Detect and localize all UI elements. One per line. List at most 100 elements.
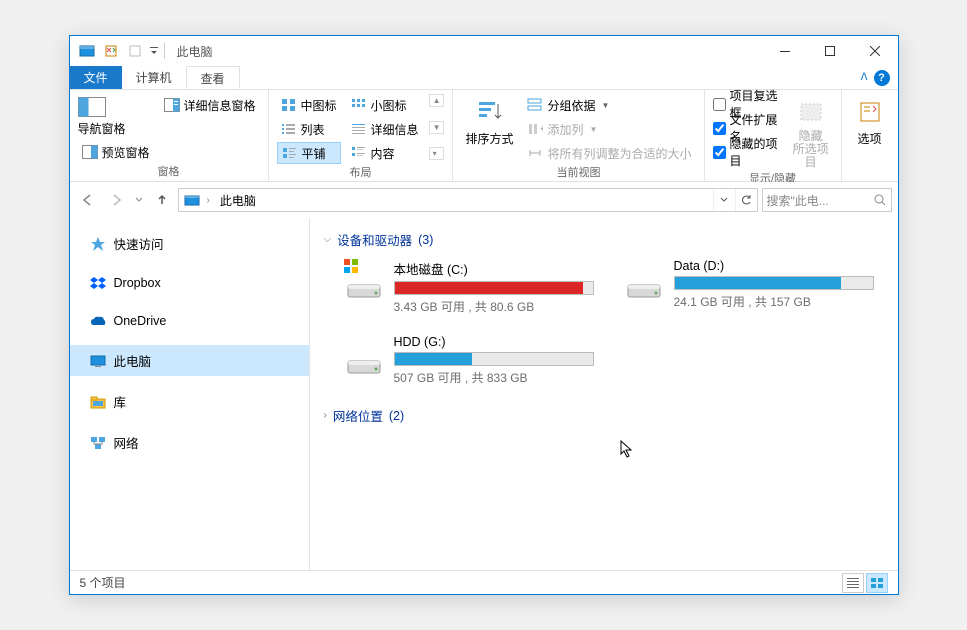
navigation-pane-icon	[78, 96, 106, 118]
status-bar: 5 个项目	[70, 570, 898, 594]
details-button[interactable]: 详细信息	[347, 118, 423, 140]
list-icon	[281, 121, 297, 137]
content-button[interactable]: 内容	[347, 142, 423, 164]
hidden-items-toggle[interactable]: 隐藏的项目	[713, 142, 783, 162]
options-icon	[854, 96, 886, 128]
details-view-button[interactable]	[842, 573, 864, 593]
address-chevron-icon[interactable]: ›	[203, 195, 214, 206]
ribbon-group-label-layout: 布局	[277, 164, 445, 182]
main-view: ⌵ 设备和驱动器 (3) 本地磁盘 (C:) 3.43 GB 可用 , 共 80…	[310, 218, 898, 570]
network-icon	[90, 435, 106, 451]
sidebar-item-dropbox[interactable]: Dropbox	[70, 269, 309, 297]
add-columns-button[interactable]: +添加列▼	[523, 118, 695, 140]
sidebar-item-this-pc[interactable]: 此电脑	[70, 345, 309, 376]
nav-history-button[interactable]	[132, 188, 146, 212]
search-box[interactable]: 搜索"此电...	[762, 188, 892, 212]
small-icons-button[interactable]: 小图标	[347, 94, 423, 116]
tab-view[interactable]: 查看	[186, 66, 240, 89]
ribbon-group-panes: 导航窗格 预览窗格 详细信息窗格 窗格	[70, 90, 269, 181]
drive-usage-bar	[674, 276, 874, 290]
hide-selected-icon	[795, 96, 827, 128]
address-location-icon	[181, 189, 203, 211]
help-icon[interactable]: ?	[874, 70, 890, 86]
sidebar-item-quick-access[interactable]: 快速访问	[70, 228, 309, 259]
medium-icons-button[interactable]: 中图标	[277, 94, 341, 116]
address-dropdown-button[interactable]	[713, 189, 735, 211]
details-pane-button[interactable]: 详细信息窗格	[160, 94, 260, 116]
layout-scroll-down-icon[interactable]: ▼	[429, 121, 445, 134]
tiles-button[interactable]: 平铺	[277, 142, 341, 164]
refresh-button[interactable]	[735, 189, 757, 211]
navigation-pane-button[interactable]: 导航窗格	[78, 94, 154, 137]
drive-item[interactable]: HDD (G:) 507 GB 可用 , 共 833 GB	[344, 335, 594, 386]
ribbon-group-options: 选项	[842, 90, 898, 181]
chevron-right-icon: ›	[324, 410, 327, 421]
layout-scroll-up-icon[interactable]: ▲	[429, 94, 445, 107]
ribbon: 导航窗格 预览窗格 详细信息窗格 窗格	[70, 90, 898, 182]
section-network-header[interactable]: › 网络位置 (2)	[324, 406, 884, 425]
close-button[interactable]	[853, 36, 898, 66]
nav-back-button[interactable]	[76, 188, 100, 212]
separator	[164, 43, 165, 59]
drive-stats: 3.43 GB 可用 , 共 80.6 GB	[394, 298, 594, 315]
system-menu-icon[interactable]	[76, 40, 98, 62]
list-button[interactable]: 列表	[277, 118, 341, 140]
drive-name: 本地磁盘 (C:)	[394, 259, 594, 278]
maximize-button[interactable]	[808, 36, 853, 66]
details-icon	[351, 121, 367, 137]
this-pc-icon	[90, 353, 106, 369]
tab-file[interactable]: 文件	[70, 66, 122, 89]
drive-item[interactable]: Data (D:) 24.1 GB 可用 , 共 157 GB	[624, 259, 874, 315]
qat-blank-icon[interactable]	[124, 40, 146, 62]
window-controls	[763, 36, 898, 66]
content-area: 快速访问 Dropbox OneDrive 此电脑 库 网络 ⌵ 设备和驱动器 …	[70, 218, 898, 570]
ribbon-collapse-icon[interactable]: ᐱ	[861, 72, 868, 83]
content-icon	[351, 145, 367, 161]
hide-selected-button[interactable]: 隐藏 所选项目	[789, 94, 833, 170]
dropbox-icon	[90, 275, 106, 291]
sidebar-item-onedrive[interactable]: OneDrive	[70, 307, 309, 335]
size-columns-icon	[527, 145, 543, 161]
ribbon-group-label-panes: 窗格	[78, 163, 260, 181]
large-icons-view-button[interactable]	[866, 573, 888, 593]
nav-forward-button[interactable]	[104, 188, 128, 212]
cursor-icon	[620, 440, 636, 460]
sidebar-item-network[interactable]: 网络	[70, 427, 309, 458]
preview-pane-button[interactable]: 预览窗格	[78, 141, 154, 163]
qat-dropdown-icon[interactable]	[148, 40, 160, 62]
qat-properties-icon[interactable]	[100, 40, 122, 62]
chevron-down-icon: ⌵	[324, 234, 332, 245]
nav-up-button[interactable]	[150, 188, 174, 212]
group-by-icon	[527, 97, 543, 113]
size-columns-button[interactable]: 将所有列调整为合适的大小	[523, 142, 695, 164]
drive-item[interactable]: 本地磁盘 (C:) 3.43 GB 可用 , 共 80.6 GB	[344, 259, 594, 315]
drive-stats: 507 GB 可用 , 共 833 GB	[394, 369, 594, 386]
drive-usage-bar	[394, 352, 594, 366]
tiles-icon	[282, 145, 298, 161]
search-icon	[874, 194, 887, 207]
address-bar-row: › 此电脑 搜索"此电...	[70, 182, 898, 218]
search-placeholder: 搜索"此电...	[767, 192, 870, 209]
panes-col: 导航窗格 预览窗格	[78, 94, 154, 163]
svg-text:+: +	[540, 124, 543, 135]
sort-by-button[interactable]: 排序方式	[461, 94, 517, 147]
minimize-button[interactable]	[763, 36, 808, 66]
preview-pane-icon	[82, 144, 98, 160]
titlebar: 此电脑	[70, 36, 898, 66]
drive-icon	[344, 335, 384, 375]
layout-expand-icon[interactable]: ▾	[429, 147, 445, 160]
status-item-count: 5 个项目	[80, 574, 126, 591]
address-bar[interactable]: › 此电脑	[178, 188, 758, 212]
address-segment[interactable]: 此电脑	[214, 192, 262, 209]
options-button[interactable]: 选项	[850, 94, 890, 147]
add-columns-icon: +	[527, 121, 543, 137]
group-by-button[interactable]: 分组依据▼	[523, 94, 695, 116]
medium-icons-icon	[281, 97, 297, 113]
sidebar-item-libraries[interactable]: 库	[70, 386, 309, 417]
section-devices-header[interactable]: ⌵ 设备和驱动器 (3)	[324, 230, 884, 249]
ribbon-group-current-view: 排序方式 分组依据▼ +添加列▼ 将所有列调整为合适的大小 当前视图	[453, 90, 704, 181]
sort-by-icon	[473, 96, 505, 128]
nav-sidebar: 快速访问 Dropbox OneDrive 此电脑 库 网络	[70, 218, 310, 570]
star-icon	[90, 236, 106, 252]
tab-computer[interactable]: 计算机	[122, 66, 186, 89]
